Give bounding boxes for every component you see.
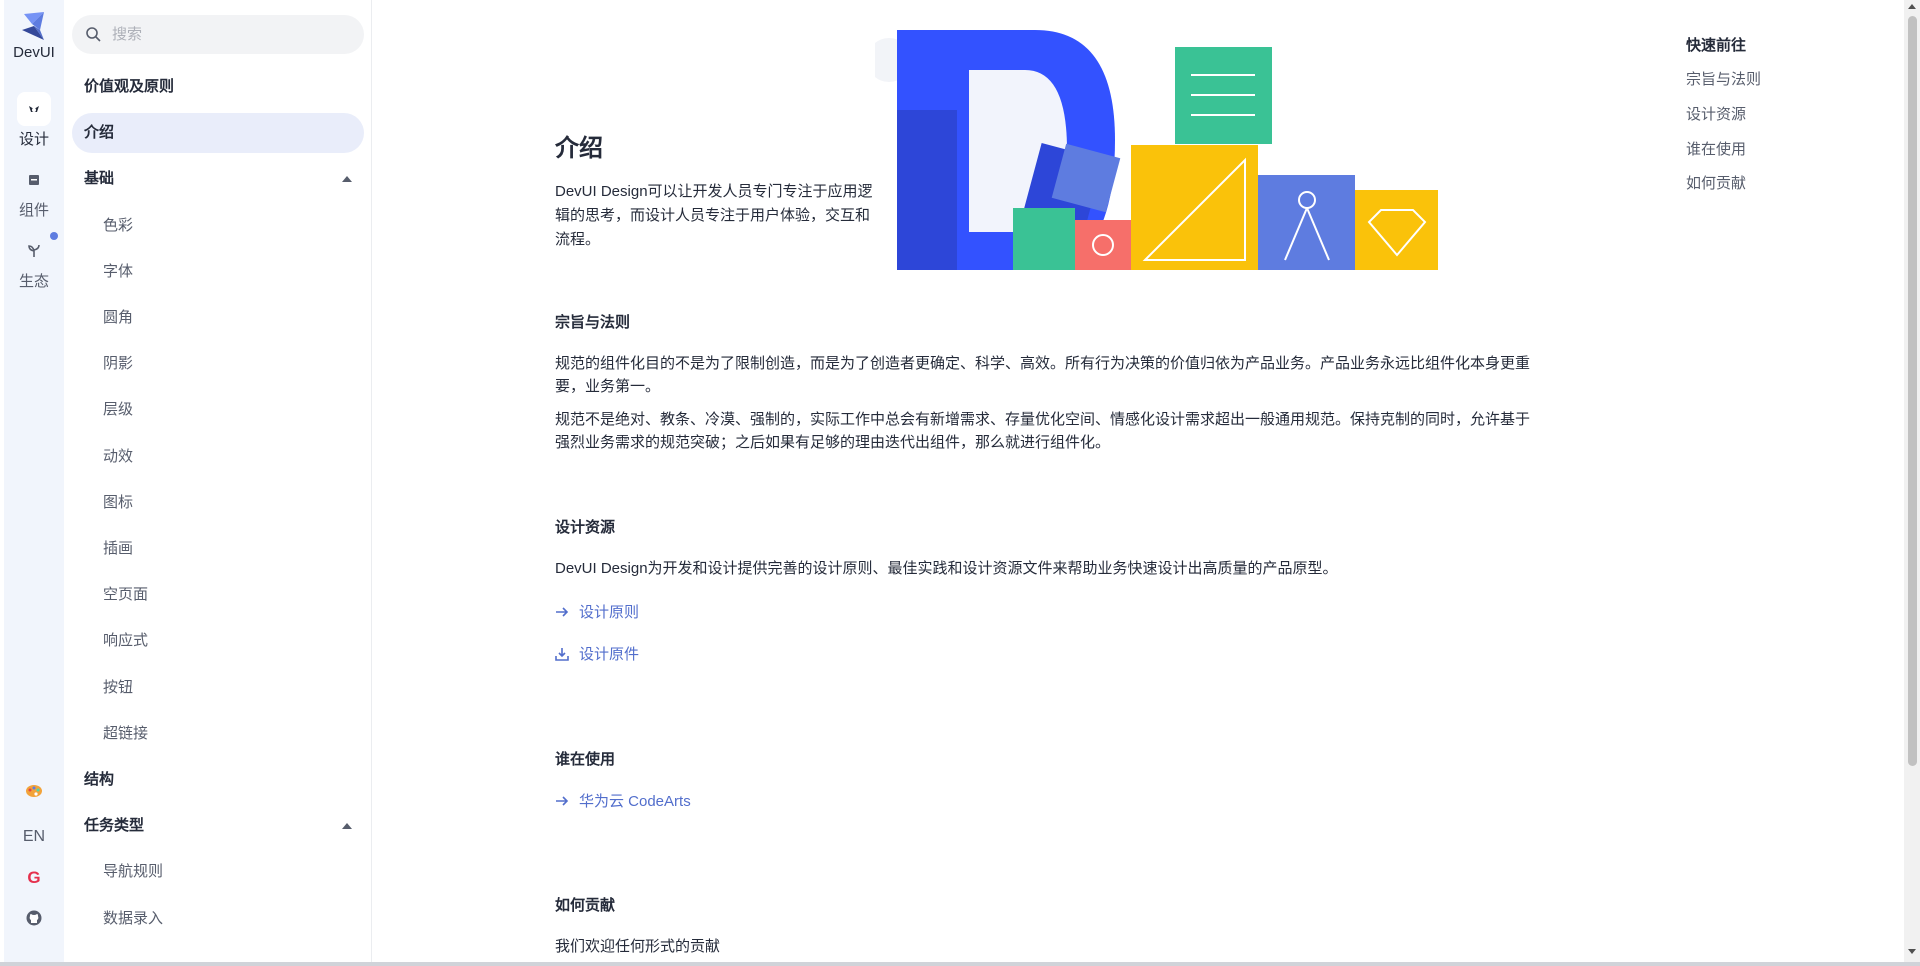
bird-icon: [17, 92, 51, 126]
link-label: 华为云 CodeArts: [579, 793, 691, 810]
sidebar-item-label: 层级: [103, 401, 134, 418]
rail-item-ecosystem[interactable]: 生态: [4, 234, 64, 291]
sidebar-item[interactable]: 插画: [72, 529, 364, 569]
sidebar-item-label: 阴影: [103, 355, 134, 372]
arrow-right-icon: [556, 606, 569, 617]
sidebar-item-label: 超链接: [103, 725, 149, 742]
section-title-contribute: 如何贡献: [555, 897, 616, 914]
sidebar-item[interactable]: 阴影: [72, 344, 364, 384]
sidebar-item-label: 图标: [103, 494, 134, 511]
sidebar: 价值观及原则介绍基础色彩字体圆角阴影层级动效图标插画空页面响应式按钮超链接结构任…: [64, 0, 372, 962]
quick-nav-item[interactable]: 设计资源: [1686, 103, 1746, 124]
sidebar-item-label: 导航规则: [103, 863, 164, 880]
google-icon[interactable]: G: [4, 868, 64, 888]
sidebar-item-label: 基础: [84, 170, 115, 187]
search-icon: [86, 27, 101, 42]
sidebar-item[interactable]: 导航规则: [72, 852, 364, 892]
sidebar-item[interactable]: 价值观及原则: [72, 67, 364, 107]
link-label: 设计原件: [579, 646, 640, 663]
scrollbar-thumb[interactable]: [1908, 16, 1917, 766]
sidebar-item-label: 任务类型: [84, 817, 145, 834]
page-title: 介绍: [555, 135, 603, 162]
sidebar-item-label: 介绍: [84, 124, 115, 141]
section-title-principles: 宗旨与法则: [555, 314, 631, 331]
page-scrollbar[interactable]: [1904, 0, 1920, 962]
arrow-right-icon: [556, 795, 569, 806]
app-rail: DevUI 设计 组件 生态 EN G: [4, 0, 64, 962]
sidebar-item[interactable]: 介绍: [72, 113, 364, 153]
quick-nav-item[interactable]: 如何贡献: [1686, 172, 1746, 193]
section-title-users: 谁在使用: [555, 751, 616, 768]
sidebar-item-label: 数据录入: [103, 910, 164, 927]
resources-paragraph: DevUI Design为开发和设计提供完善的设计原则、最佳实践和设计资源文件来…: [555, 560, 1338, 577]
brand-name: DevUI: [13, 44, 55, 61]
sidebar-item-label: 空页面: [103, 586, 149, 603]
rail-item-label: 生态: [18, 273, 49, 290]
sidebar-item-label: 色彩: [103, 217, 134, 234]
sidebar-item[interactable]: 图标: [72, 483, 364, 523]
brand[interactable]: DevUI: [4, 12, 64, 61]
theme-palette-icon[interactable]: [4, 784, 64, 803]
search-input[interactable]: [112, 15, 352, 54]
window-bottom-border: [0, 962, 1920, 966]
rail-item-label: 组件: [18, 202, 49, 219]
design-principles-link[interactable]: 设计原则: [555, 601, 639, 622]
scroll-up-icon[interactable]: [1908, 4, 1916, 9]
sidebar-item[interactable]: 层级: [72, 390, 364, 430]
rail-item-label: 设计: [18, 131, 49, 148]
github-icon[interactable]: [4, 910, 64, 931]
codearts-link[interactable]: 华为云 CodeArts: [555, 790, 691, 811]
sidebar-item[interactable]: 任务类型: [72, 806, 364, 846]
devui-hero-illustration: [875, 30, 1438, 270]
design-files-link[interactable]: 设计原件: [555, 643, 639, 664]
quick-nav-title: 快速前往: [1686, 37, 1747, 54]
sidebar-item[interactable]: 数据录入: [72, 899, 364, 939]
sidebar-item[interactable]: 结构: [72, 760, 364, 800]
component-icon: [17, 163, 51, 197]
sidebar-item[interactable]: 色彩: [72, 206, 364, 246]
sidebar-item[interactable]: 字体: [72, 252, 364, 292]
sidebar-item-label: 结构: [84, 771, 115, 788]
section-title-resources: 设计资源: [555, 519, 616, 536]
download-icon: [555, 647, 569, 661]
sidebar-item-label: 按钮: [103, 679, 134, 696]
chevron-up-icon[interactable]: [342, 823, 352, 829]
quick-nav-item[interactable]: 宗旨与法则: [1686, 68, 1761, 89]
hero-description: DevUI Design可以让开发人员专门专注于应用逻辑的思考，而设计人员专注于…: [555, 183, 873, 248]
sidebar-item-label: 动效: [103, 448, 134, 465]
sidebar-item-label: 字体: [103, 263, 134, 280]
chevron-up-icon[interactable]: [342, 176, 352, 182]
rail-item-components[interactable]: 组件: [4, 163, 64, 220]
principles-paragraph-1: 规范的组件化目的不是为了限制创造，而是为了创造者更确定、科学、高效。所有行为决策…: [555, 355, 1531, 395]
sidebar-item-label: 响应式: [103, 632, 149, 649]
sidebar-item[interactable]: 按钮: [72, 668, 364, 708]
language-toggle[interactable]: EN: [4, 828, 64, 846]
sidebar-item[interactable]: 基础: [72, 159, 364, 199]
sidebar-item-label: 插画: [103, 540, 134, 557]
link-label: 设计原则: [579, 604, 640, 621]
contribute-paragraph: 我们欢迎任何形式的贡献: [555, 938, 721, 955]
principles-paragraph-2: 规范不是绝对、教条、冷漠、强制的，实际工作中总会有新增需求、存量优化空间、情感化…: [555, 411, 1531, 451]
sprout-icon: [17, 234, 51, 268]
devui-logo-icon: [22, 12, 44, 40]
sidebar-item[interactable]: 响应式: [72, 621, 364, 661]
sidebar-item[interactable]: 超链接: [72, 714, 364, 754]
sidebar-item[interactable]: 动效: [72, 437, 364, 477]
sidebar-item[interactable]: 圆角: [72, 298, 364, 338]
quick-nav-item[interactable]: 谁在使用: [1686, 138, 1746, 159]
sidebar-item-label: 价值观及原则: [84, 78, 175, 95]
scroll-down-icon[interactable]: [1908, 949, 1916, 954]
sidebar-item-label: 圆角: [103, 309, 134, 326]
rail-item-design[interactable]: 设计: [4, 92, 64, 149]
search-box[interactable]: [72, 15, 364, 54]
sidebar-item[interactable]: 空页面: [72, 575, 364, 615]
